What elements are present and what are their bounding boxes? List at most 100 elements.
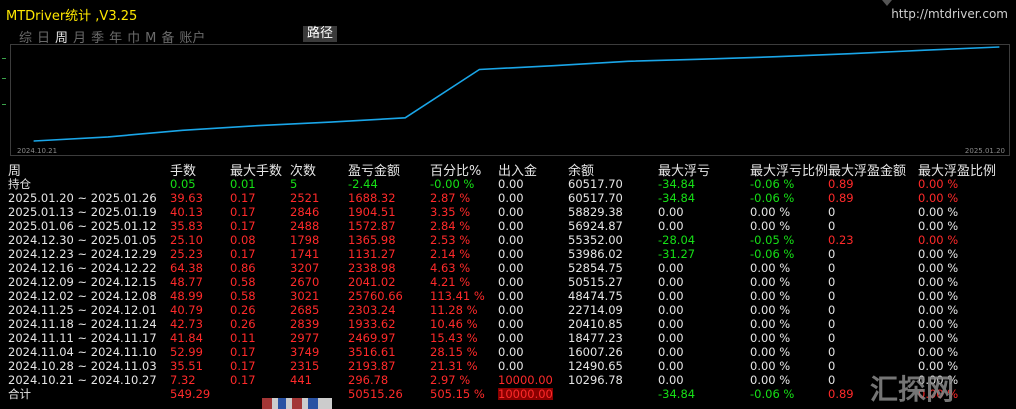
period-cell: 2024.12.30 ~ 2025.01.05 [8, 233, 157, 247]
table-cell: 25.23 [170, 247, 203, 261]
watermark: 汇探网 [870, 373, 955, 406]
table-cell: -0.00 % [430, 177, 475, 191]
corner-arrow-icon [882, 0, 892, 6]
website-link[interactable]: http://mtdriver.com [891, 7, 1008, 21]
table-cell: 3207 [290, 261, 320, 275]
equity-point [404, 117, 406, 119]
table-cell: 0 [828, 359, 836, 373]
table-cell: 0 [828, 331, 836, 345]
table-row: 2024.12.02 ~ 2024.12.08 48.99 0.58 3021 2576… [0, 289, 1016, 303]
table-cell: 0.00 [498, 177, 524, 191]
table-cell: 0.05 [170, 177, 196, 191]
table-cell: 3749 [290, 345, 320, 359]
table-cell: 0.00 % [918, 233, 959, 247]
table-cell: 0.23 [828, 233, 854, 247]
period-cell: 2024.12.23 ~ 2024.12.29 [8, 247, 157, 261]
table-row: 2025.01.06 ~ 2025.01.12 35.83 0.17 2488 1572… [0, 219, 1016, 233]
table-cell: 2488 [290, 219, 320, 233]
table-cell: 0.00 % [750, 345, 791, 359]
table-cell: 0.00 % [750, 219, 791, 233]
equity-point [849, 53, 852, 55]
table-cell: 0.00 % [918, 331, 959, 345]
table-cell: 0.00 % [918, 275, 959, 289]
table-cell: 48.77 [170, 275, 203, 289]
table-cell: 0 [828, 247, 836, 261]
period-cell: 2024.10.21 ~ 2024.10.27 [8, 373, 157, 387]
table-cell: 0.00 % [918, 345, 959, 359]
table-cell: 0.00 % [750, 261, 791, 275]
table-cell: 0.86 [230, 261, 256, 275]
table-cell: 0.58 [230, 275, 256, 289]
x-end-label: 2025.01.20 [964, 147, 1005, 155]
table-cell: 0.00 [498, 191, 524, 205]
route-button[interactable]: 路径 [303, 26, 337, 42]
table-cell: 11.28 % [430, 303, 478, 317]
table-cell: 0 [828, 373, 836, 387]
table-cell: 3516.61 [348, 345, 396, 359]
table-cell: 0.00 [498, 331, 524, 345]
period-cell: 持仓 [8, 177, 31, 191]
table-row: 持仓 0.05 0.01 5 -2.44 -0.00 % 0.00 60517.70 -34.8… [0, 177, 1016, 191]
period-cell: 合计 [8, 387, 31, 401]
table-cell: -31.27 [658, 247, 696, 261]
table-row: 2024.10.21 ~ 2024.10.27 7.32 0.17 441 296.78… [0, 373, 1016, 387]
table-cell: 0.00 [658, 303, 684, 317]
table-cell: 0.00 [658, 289, 684, 303]
table-cell: 113.41 % [430, 289, 485, 303]
table-cell: 35.51 [170, 359, 203, 373]
table-cell: 0 [828, 219, 836, 233]
table-cell: 0.00 % [750, 303, 791, 317]
equity-point [33, 140, 35, 142]
table-cell: 52.99 [170, 345, 203, 359]
table-cell: 0.00 % [750, 205, 791, 219]
table-row: 合计 549.29 50515.26 505.15 % 10000.00 -34.84 -0… [0, 387, 1016, 401]
table-cell: 25.10 [170, 233, 203, 247]
table-cell: 60517.70 [568, 177, 623, 191]
table-cell: -2.44 [348, 177, 378, 191]
table-cell: 42.73 [170, 317, 203, 331]
table-cell: 0.89 [828, 387, 854, 401]
equity-point [627, 60, 629, 62]
table-cell: 441 [290, 373, 312, 387]
table-cell: 0.00 [658, 317, 684, 331]
table-cell: 0.00 % [918, 317, 959, 331]
table-row: 2024.12.16 ~ 2024.12.22 64.38 0.86 3207 2338… [0, 261, 1016, 275]
table-cell: 10.46 % [430, 317, 478, 331]
equity-point [998, 46, 1000, 48]
table-cell: 0 [828, 261, 836, 275]
equity-point [181, 129, 184, 131]
table-cell: 0.00 % [750, 373, 791, 387]
table-cell: 2193.87 [348, 359, 396, 373]
table-cell: 0.00 % [750, 331, 791, 345]
table-cell: -28.04 [658, 233, 696, 247]
table-cell: 0.00 [498, 275, 524, 289]
period-cell: 2025.01.13 ~ 2025.01.19 [8, 205, 157, 219]
table-cell: 1741 [290, 247, 320, 261]
table-cell: 0.00 [498, 303, 524, 317]
table-cell: 0.89 [828, 177, 854, 191]
table-cell: 0.17 [230, 191, 256, 205]
table-cell: 0.00 % [918, 191, 959, 205]
period-cell: 2025.01.06 ~ 2025.01.12 [8, 219, 157, 233]
table-cell: 505.15 % [430, 387, 485, 401]
table-cell: 0.00 [658, 275, 684, 289]
table-cell: 4.21 % [430, 275, 471, 289]
table-row: 2024.10.28 ~ 2024.11.03 35.51 0.17 2315 2193… [0, 359, 1016, 373]
table-cell: 0.00 % [918, 219, 959, 233]
table-cell: 2041.02 [348, 275, 396, 289]
table-cell: 50515.27 [568, 275, 623, 289]
table-cell: 0.00 % [918, 303, 959, 317]
table-cell: 0.00 [658, 261, 684, 275]
x-start-label: 2024.10.21 [17, 147, 58, 155]
table-cell: 0 [828, 345, 836, 359]
table-cell: 0.17 [230, 373, 256, 387]
table-cell: 2.87 % [430, 191, 471, 205]
table-cell: 0.00 [498, 205, 524, 219]
table-cell: 0.89 [828, 191, 854, 205]
table-row: 2024.11.25 ~ 2024.12.01 40.79 0.26 2685 2303… [0, 303, 1016, 317]
table-cell: 40.13 [170, 205, 203, 219]
table-cell: 2338.98 [348, 261, 396, 275]
table-cell: 1933.62 [348, 317, 396, 331]
table-cell: 0.00 [498, 317, 524, 331]
table-cell: 0.00 [498, 233, 524, 247]
